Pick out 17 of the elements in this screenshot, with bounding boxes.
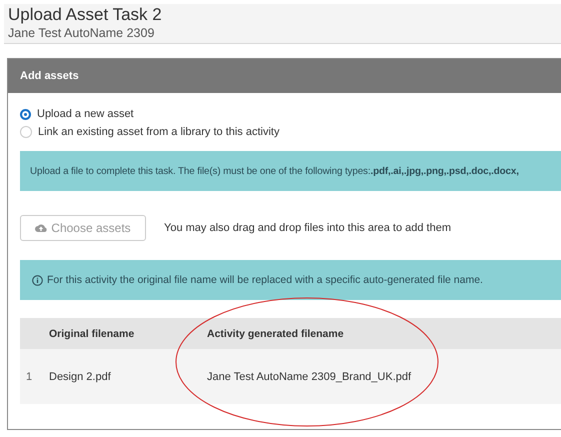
option-label: Link an existing asset from a library to this activity bbox=[38, 126, 280, 138]
cloud-upload-icon bbox=[35, 223, 48, 233]
column-header: Original filename bbox=[48, 318, 206, 349]
table-cell: Jane Test AutoName 2309_Brand_UK.pdf bbox=[206, 349, 561, 404]
page-title: Upload Asset Task 2 bbox=[8, 4, 163, 26]
choose-assets-button[interactable]: Choose assets bbox=[20, 215, 146, 241]
radio-button[interactable] bbox=[20, 108, 31, 120]
drag-drop-hint: You may also drag and drop files into this area to add them bbox=[164, 222, 451, 234]
column-header: Activity generated filename bbox=[206, 318, 561, 349]
info-text: For this activity the original file name will be replaced with a specific auto-generated file name. bbox=[47, 274, 483, 286]
info-icon bbox=[32, 274, 43, 286]
option-label: Upload a new asset bbox=[37, 108, 134, 120]
panel-title: Add assets bbox=[20, 70, 79, 82]
row-number: 1 bbox=[20, 349, 48, 404]
page-subtitle: Jane Test AutoName 2309 bbox=[8, 26, 156, 40]
table-cell: Design 2.pdf bbox=[48, 349, 206, 404]
types-notice: Upload a file to complete this task. The file(s) must be one of the following types:.pdf,.ai,.jpg,.png,.psd,.doc,.docx, bbox=[20, 151, 561, 191]
